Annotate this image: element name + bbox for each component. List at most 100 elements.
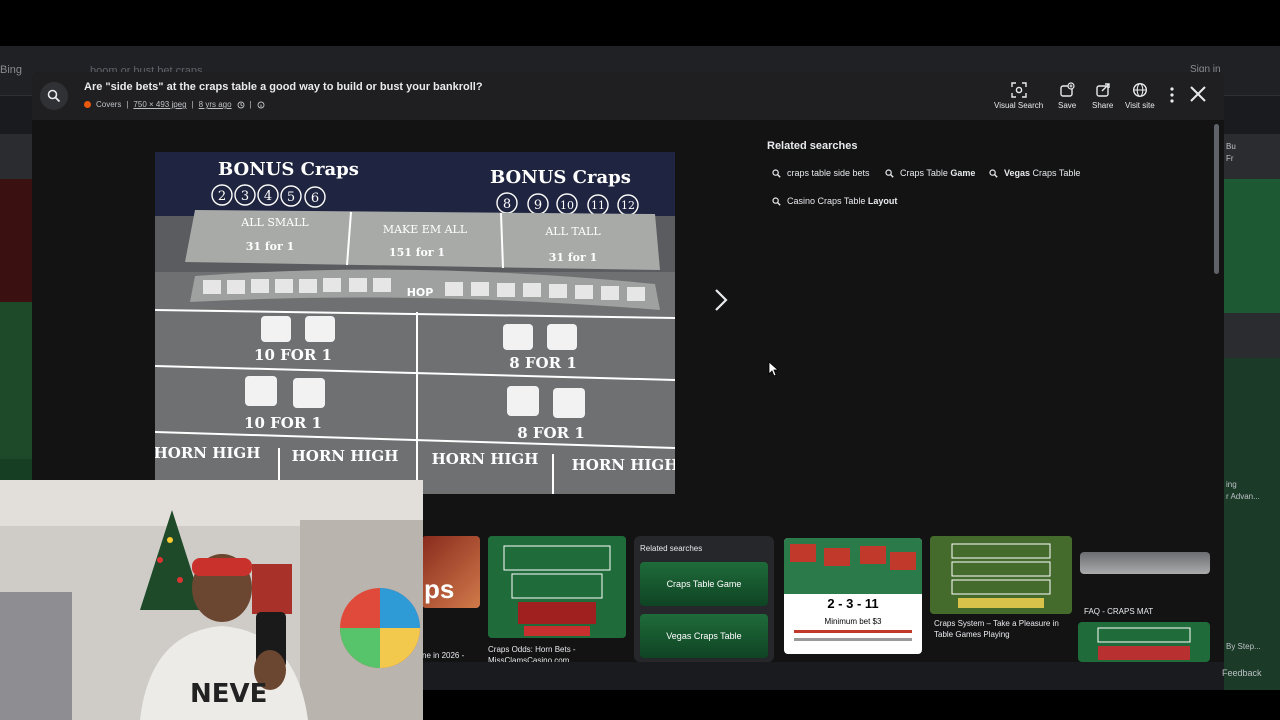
- source-favicon-icon: [84, 101, 91, 108]
- ten-for-one-label: 10 FOR 1: [254, 346, 332, 364]
- thumbnail-art: 2 - 3 - 11 Minimum bet $3: [784, 538, 922, 641]
- related-chip-label-bold: Vegas: [1004, 168, 1031, 178]
- visual-search-icon: [1010, 82, 1027, 98]
- related-chip-label-bold: Layout: [867, 196, 898, 206]
- visit-site-button[interactable]: Visit site: [1125, 82, 1155, 110]
- bonus-number: 8: [503, 197, 511, 212]
- related-chip-label: craps table side bets: [787, 168, 870, 178]
- bonus-number: 9: [534, 198, 542, 213]
- thumbnail-image[interactable]: [1078, 622, 1210, 662]
- thumbnail-image[interactable]: 2 - 3 - 11 Minimum bet $3: [784, 538, 922, 654]
- thumbnail-image[interactable]: ps: [422, 536, 480, 608]
- thumbnail-caption[interactable]: FAQ - CRAPS MAT: [1084, 606, 1214, 617]
- image-meta: Covers | 750 × 493 jpeg | 8 yrs ago |: [84, 100, 265, 109]
- ten-for-one-label: 10 FOR 1: [244, 414, 322, 432]
- make-em-all-payout: 151 for 1: [389, 246, 445, 259]
- meta-divider: |: [126, 100, 129, 109]
- visual-search-label: Visual Search: [994, 101, 1044, 110]
- meta-divider: |: [191, 100, 194, 109]
- main-image[interactable]: BONUS Craps BONUS Craps 2 3 4 5 6 8 9 10…: [155, 152, 675, 494]
- share-label: Share: [1092, 101, 1114, 110]
- related-searches-card: Related searches Craps Table Game Vegas …: [634, 536, 774, 662]
- bonus-number: 11: [591, 199, 605, 212]
- bonus-number: 5: [287, 190, 295, 205]
- background-right-snippet: By Step...: [1226, 642, 1261, 651]
- feedback-link[interactable]: Feedback: [1222, 668, 1262, 678]
- thumbnail-art: [488, 536, 626, 638]
- related-chip-table-game[interactable]: Craps Table Game: [885, 163, 975, 183]
- scrollbar[interactable]: [1214, 124, 1219, 274]
- all-tall-payout: 31 for 1: [549, 251, 598, 264]
- svg-text:ps: ps: [424, 574, 454, 604]
- related-chip-label-bold: Game: [950, 168, 976, 178]
- thumbnail-caption[interactable]: ne in 2026 -: [422, 650, 478, 661]
- search-icon: [772, 168, 781, 178]
- odds-card-min: Minimum bet $3: [825, 617, 882, 626]
- svg-text:NEVE: NEVE: [190, 679, 267, 709]
- thumbnail-art: [930, 536, 1072, 614]
- image-source[interactable]: Covers: [96, 100, 121, 109]
- thumbnail-caption[interactable]: Craps Odds: Horn Bets - MissClamsCasino.…: [488, 644, 628, 662]
- webcam-image: NEVE: [0, 480, 423, 720]
- thumbnail-caption[interactable]: Craps System – Take a Pleasure in Table …: [934, 618, 1074, 640]
- related-chip-label: Craps Table Game: [900, 168, 975, 178]
- bonus-number: 2: [218, 189, 226, 204]
- bonus-number: 4: [264, 189, 272, 204]
- bonus-number: 10: [560, 199, 574, 212]
- share-button[interactable]: Share: [1092, 82, 1113, 110]
- save-button[interactable]: Save: [1058, 82, 1076, 110]
- background-right-snippet: Bu: [1226, 142, 1236, 151]
- image-age[interactable]: 8 yrs ago: [199, 100, 232, 109]
- history-icon: [237, 101, 245, 108]
- viewer-header: Are "side bets" at the craps table a goo…: [32, 72, 1224, 120]
- related-chip-label-text: Craps Table: [900, 168, 951, 178]
- related-card-title: Related searches: [640, 544, 703, 553]
- info-icon[interactable]: [257, 101, 265, 109]
- related-chip-label: Casino Craps Table Layout: [787, 196, 897, 206]
- visual-search-button[interactable]: Visual Search: [994, 82, 1043, 110]
- related-images-strip: ps ne in 2026 - Craps Odds: Horn Bets - …: [422, 534, 1224, 662]
- related-chip-vegas[interactable]: Vegas Craps Table: [989, 163, 1080, 183]
- background-right-snippet: r Advan...: [1226, 492, 1260, 501]
- horn-high-label: HORN HIGH: [432, 450, 539, 468]
- bonus-number: 3: [241, 189, 249, 204]
- search-button[interactable]: [40, 82, 68, 110]
- bonus-number: 12: [621, 199, 635, 212]
- related-card-item[interactable]: Craps Table Game: [640, 562, 768, 606]
- visit-site-label: Visit site: [1125, 101, 1155, 110]
- globe-icon: [1132, 82, 1147, 98]
- related-chip-side-bets[interactable]: craps table side bets: [772, 163, 870, 183]
- background-right-results: [1224, 134, 1280, 690]
- search-icon: [989, 168, 998, 178]
- search-icon: [47, 89, 61, 103]
- thumbnail-image[interactable]: [930, 536, 1072, 614]
- more-options-icon[interactable]: [1168, 86, 1176, 104]
- thumbnail-image[interactable]: [488, 536, 626, 638]
- bottom-letterbox: [423, 690, 1280, 720]
- related-chip-label-text: Craps Table: [1030, 168, 1081, 178]
- top-letterbox: [0, 0, 1280, 46]
- mouse-cursor-icon: [768, 361, 778, 377]
- thumbnail-art: [1097, 627, 1191, 660]
- make-em-all-label: MAKE EM ALL: [383, 223, 468, 236]
- meta-divider: |: [249, 100, 252, 109]
- odds-card-big: 2 - 3 - 11: [827, 596, 878, 611]
- eight-for-one-label: 8 FOR 1: [509, 354, 577, 372]
- background-right-snippet: Fr: [1226, 154, 1234, 163]
- thumbnail-image[interactable]: [1080, 552, 1210, 574]
- related-card-item[interactable]: Vegas Craps Table: [640, 614, 768, 658]
- image-title[interactable]: Are "side bets" at the craps table a goo…: [84, 81, 483, 93]
- next-image-chevron-right-icon[interactable]: [708, 286, 732, 314]
- close-icon[interactable]: [1188, 84, 1208, 104]
- background-engine-label: Bing: [0, 64, 23, 76]
- image-dimensions[interactable]: 750 × 493 jpeg: [133, 100, 186, 109]
- search-icon: [885, 168, 894, 178]
- webcam-overlay: NEVE: [0, 480, 423, 720]
- bonus-craps-left-label: BONUS Craps: [218, 159, 359, 180]
- save-icon: [1060, 82, 1075, 97]
- related-chip-label-text: Casino Craps Table: [787, 196, 868, 206]
- all-small-payout: 31 for 1: [246, 240, 295, 253]
- related-searches-title: Related searches: [767, 140, 858, 152]
- background-right-snippet: ing: [1226, 480, 1237, 489]
- related-chip-layout[interactable]: Casino Craps Table Layout: [772, 191, 897, 211]
